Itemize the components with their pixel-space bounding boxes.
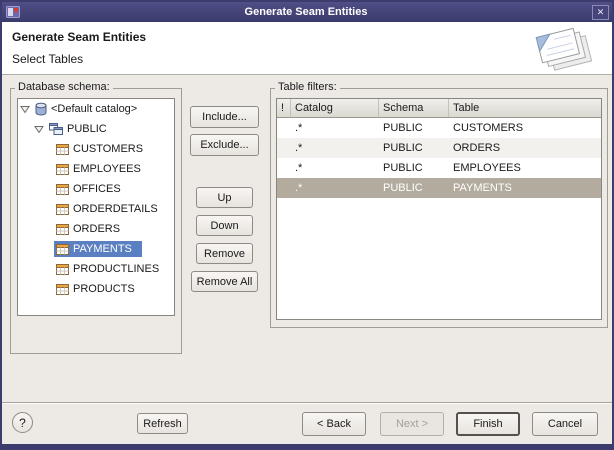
refresh-button[interactable]: Refresh <box>137 413 188 434</box>
expander-open-icon[interactable] <box>34 124 45 135</box>
filter-row[interactable]: .* PUBLIC CUSTOMERS <box>277 118 601 138</box>
cell-table: CUSTOMERS <box>449 118 601 138</box>
close-button[interactable]: ✕ <box>592 5 609 20</box>
cell-table: ORDERS <box>449 138 601 158</box>
table-icon <box>56 284 69 295</box>
tree-item-customers[interactable]: CUSTOMERS <box>18 139 174 159</box>
tree-item-label: OFFICES <box>73 183 121 195</box>
cell-catalog: .* <box>291 158 379 178</box>
cell-schema: PUBLIC <box>379 158 449 178</box>
tree-item-label: ORDERDETAILS <box>73 203 158 215</box>
filter-row[interactable]: .* PUBLIC ORDERS <box>277 138 601 158</box>
cell-flag <box>277 178 291 198</box>
include-button[interactable]: Include... <box>190 106 259 128</box>
remove-button[interactable]: Remove <box>196 243 253 264</box>
table-icon <box>56 164 69 175</box>
wizard-banner-pages-icon <box>524 24 604 74</box>
wizard-title: Generate Seam Entities <box>12 30 146 44</box>
table-icon <box>56 184 69 195</box>
cell-flag <box>277 138 291 158</box>
column-header-table[interactable]: Table <box>449 99 601 117</box>
column-header-flag[interactable]: ! <box>277 99 291 117</box>
filter-row-selected[interactable]: .* PUBLIC PAYMENTS <box>277 178 601 198</box>
tree-item-orderdetails[interactable]: ORDERDETAILS <box>18 199 174 219</box>
next-button: Next > <box>380 412 444 436</box>
tree-item-label: ORDERS <box>73 223 120 235</box>
window-title: Generate Seam Entities <box>20 6 592 18</box>
column-header-catalog[interactable]: Catalog <box>291 99 379 117</box>
titlebar[interactable]: Generate Seam Entities ✕ <box>2 2 612 22</box>
tree-item-label: EMPLOYEES <box>73 163 141 175</box>
column-header-schema[interactable]: Schema <box>379 99 449 117</box>
filters-table-header: ! Catalog Schema Table <box>277 99 601 118</box>
window-icon[interactable] <box>6 5 20 19</box>
table-icon <box>56 204 69 215</box>
table-filters-group: Table filters: ! Catalog Schema Table .*… <box>270 88 608 328</box>
tree-item-label: <Default catalog> <box>51 103 137 115</box>
cell-catalog: .* <box>291 178 379 198</box>
remove-all-button[interactable]: Remove All <box>191 271 258 292</box>
exclude-button[interactable]: Exclude... <box>190 134 259 156</box>
cell-catalog: .* <box>291 138 379 158</box>
filter-row[interactable]: .* PUBLIC EMPLOYEES <box>277 158 601 178</box>
database-schema-group: Database schema: <Default catalog> PUBLI… <box>10 88 182 354</box>
back-button[interactable]: < Back <box>302 412 366 436</box>
wizard-header: Generate Seam Entities Select Tables <box>2 22 612 75</box>
up-button[interactable]: Up <box>196 187 253 208</box>
help-button[interactable]: ? <box>12 412 33 433</box>
footer-separator <box>2 402 612 404</box>
tree-item-label: PRODUCTLINES <box>73 263 159 275</box>
tree-item-employees[interactable]: EMPLOYEES <box>18 159 174 179</box>
schema-icon <box>49 123 63 135</box>
wizard-subtitle: Select Tables <box>12 52 83 66</box>
tree-item-label: PRODUCTS <box>73 283 135 295</box>
table-icon <box>56 224 69 235</box>
table-icon <box>56 144 69 155</box>
down-button[interactable]: Down <box>196 215 253 236</box>
tree-item-productlines[interactable]: PRODUCTLINES <box>18 259 174 279</box>
cancel-button[interactable]: Cancel <box>532 412 598 436</box>
cell-table: EMPLOYEES <box>449 158 601 178</box>
tree-item-orders[interactable]: ORDERS <box>18 219 174 239</box>
cell-catalog: .* <box>291 118 379 138</box>
finish-button[interactable]: Finish <box>456 412 520 436</box>
table-icon <box>56 264 69 275</box>
generate-seam-entities-dialog: Generate Seam Entities ✕ Generate Seam E… <box>0 0 614 450</box>
close-icon: ✕ <box>597 7 605 18</box>
cell-schema: PUBLIC <box>379 178 449 198</box>
schema-tree[interactable]: <Default catalog> PUBLIC CUSTOMERS EMPLO… <box>17 98 175 316</box>
tree-item-products[interactable]: PRODUCTS <box>18 279 174 299</box>
table-filters-label: Table filters: <box>275 81 340 93</box>
cell-flag <box>277 158 291 178</box>
cell-flag <box>277 118 291 138</box>
database-schema-label: Database schema: <box>15 81 113 93</box>
table-icon <box>56 244 69 255</box>
tree-item-default-catalog[interactable]: <Default catalog> <box>18 99 174 119</box>
tree-item-label: PAYMENTS <box>73 243 132 255</box>
filters-table[interactable]: ! Catalog Schema Table .* PUBLIC CUSTOME… <box>276 98 602 320</box>
tree-item-public[interactable]: PUBLIC <box>18 119 174 139</box>
database-icon <box>35 102 47 116</box>
tree-item-label: CUSTOMERS <box>73 143 143 155</box>
tree-item-offices[interactable]: OFFICES <box>18 179 174 199</box>
tree-item-payments[interactable]: PAYMENTS <box>18 239 174 259</box>
cell-table: PAYMENTS <box>449 178 601 198</box>
cell-schema: PUBLIC <box>379 118 449 138</box>
expander-open-icon[interactable] <box>20 104 31 115</box>
tree-item-label: PUBLIC <box>67 123 107 135</box>
cell-schema: PUBLIC <box>379 138 449 158</box>
